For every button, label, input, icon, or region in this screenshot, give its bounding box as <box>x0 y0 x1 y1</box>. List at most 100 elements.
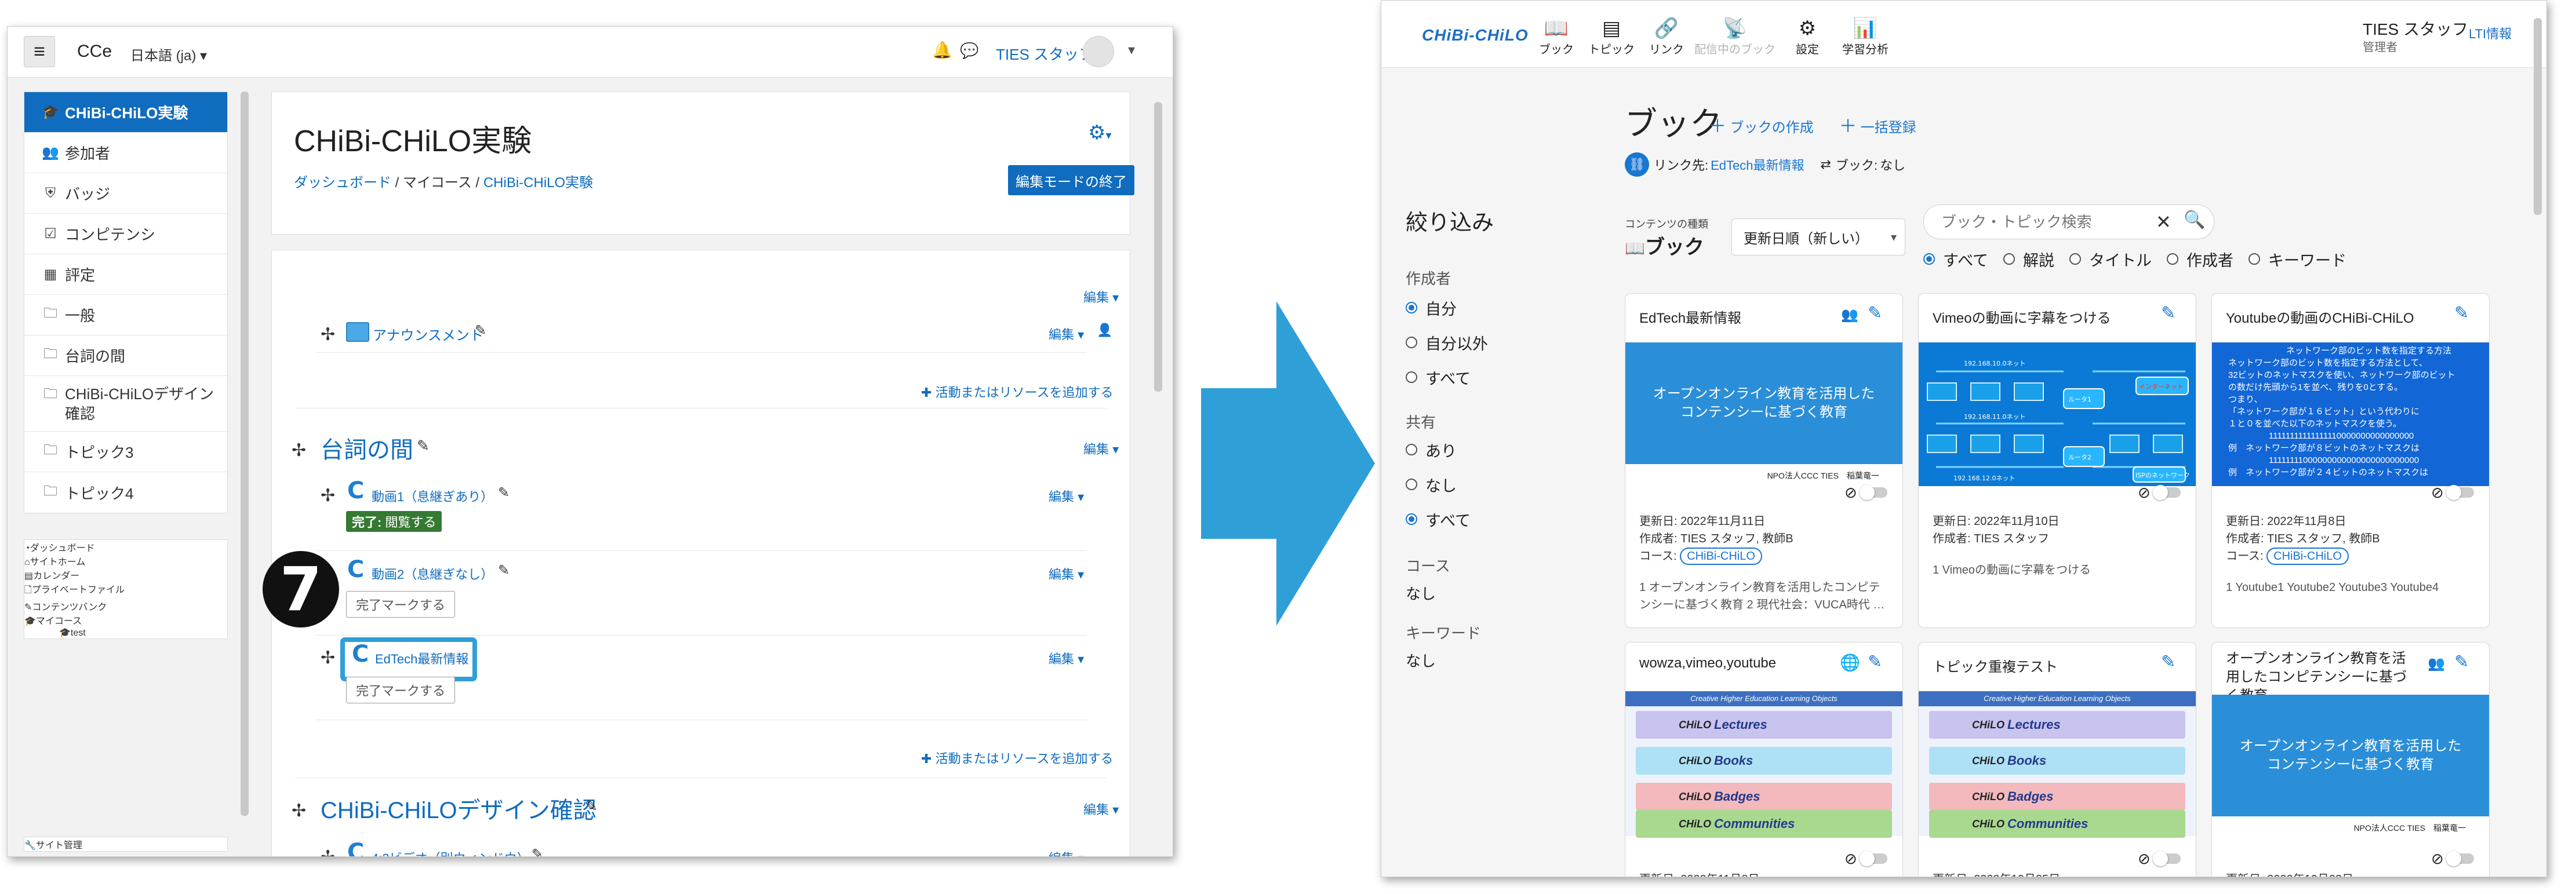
nav-badges[interactable]: ⛨ バッジ <box>24 173 227 214</box>
activity-video1[interactable]: 動画1（息継ぎあり） <box>372 487 493 505</box>
nav-calendar[interactable]: ▤カレンダー <box>24 568 227 582</box>
move-icon[interactable]: ✢ <box>292 440 306 461</box>
section-title[interactable]: 台詞の間 <box>321 431 413 465</box>
nav-section-dialogue[interactable]: 🗀 台詞の間 <box>24 335 227 376</box>
nav-my-courses[interactable]: 🎓マイコース <box>24 613 227 627</box>
nav-grades[interactable]: ▦ 評定 <box>24 254 227 295</box>
user-menu-caret-icon[interactable]: ▾ <box>1128 42 1135 59</box>
nav-topics[interactable]: ▤ トピック <box>1585 17 1638 57</box>
nav-section-general[interactable]: 🗀 一般 <box>24 295 227 335</box>
breadcrumb-course[interactable]: CHiBi-CHiLO実験 <box>483 175 593 191</box>
share-toggle[interactable] <box>2446 485 2474 500</box>
nav-competencies[interactable]: ☑ コンピテンシ <box>24 214 227 254</box>
nav-participants[interactable]: 👥 参加者 <box>24 133 227 173</box>
edit-pencil-icon[interactable]: ✎ <box>2161 652 2175 672</box>
bell-icon[interactable]: 🔔 <box>932 41 952 60</box>
nav-dashboard[interactable]: ◔ダッシュボード <box>24 540 227 554</box>
book-card[interactable]: EdTech最新情報 👥 ✎ オープンオンライン教育を活用した コンテンシーに基… <box>1625 293 1903 628</box>
edit-pencil-icon[interactable]: ✎ <box>2161 303 2175 323</box>
activity-edit-menu[interactable]: 編集 ▾ <box>1049 487 1084 505</box>
share-toggle[interactable] <box>1860 485 1887 500</box>
activity-edit-menu[interactable]: 編集 ▾ <box>1049 649 1084 667</box>
edit-pencil-icon[interactable]: ✎ <box>2454 303 2469 323</box>
author-option-all[interactable]: すべて <box>1406 360 1488 395</box>
nav-course-home[interactable]: 🎓 CHiBi-CHiLO実験 <box>24 92 227 133</box>
edit-pencil-icon[interactable]: ✎ <box>1868 652 1882 672</box>
activity-announcement[interactable]: アナウンスメント <box>373 324 483 344</box>
section-edit-menu[interactable]: 編集 ▾ <box>1083 800 1119 818</box>
section-edit-menu[interactable]: 編集 ▾ <box>1083 287 1119 306</box>
language-menu[interactable]: 日本語 (ja) ▾ <box>130 44 207 64</box>
page-scrollbar[interactable] <box>2534 18 2542 215</box>
share-toggle[interactable] <box>2446 851 2474 866</box>
scope-description[interactable]: 解説 <box>2003 242 2054 276</box>
section-title[interactable]: CHiBi-CHiLOデザイン確認 <box>321 791 596 825</box>
nav-analytics[interactable]: 📊 学習分析 <box>1839 17 1891 57</box>
page-scrollbar[interactable] <box>1154 102 1162 392</box>
move-icon[interactable]: ✢ <box>321 486 335 506</box>
scope-title[interactable]: タイトル <box>2069 242 2152 276</box>
scope-all[interactable]: すべて <box>1923 242 1988 276</box>
user-icon[interactable]: 👤 <box>1097 323 1112 338</box>
nav-site-admin[interactable]: 🔧サイト管理 <box>24 837 227 851</box>
section-edit-menu[interactable]: 編集 ▾ <box>1083 439 1119 458</box>
create-book-button[interactable]: ＋ ブックの作成 <box>1709 112 1814 137</box>
nav-section-topic3[interactable]: 🗀 トピック3 <box>24 432 227 472</box>
bulk-register-button[interactable]: ＋ 一括登録 <box>1839 112 1916 137</box>
site-name[interactable]: CCe <box>77 42 112 61</box>
mark-complete-button[interactable]: 完了マークする <box>346 677 456 703</box>
course-settings-button[interactable]: ⚙▾ <box>1088 121 1112 144</box>
move-icon[interactable]: ✢ <box>321 324 335 345</box>
course-chip[interactable]: CHiBi-CHiLO <box>2266 548 2349 565</box>
book-card[interactable]: オープンオンライン教育を活用したコンピテンシーに基づく教育 👥 ✎ オープンオン… <box>2211 642 2490 877</box>
lti-info-link[interactable]: LTI情報 <box>2469 24 2512 42</box>
nav-section-topic4[interactable]: 🗀 トピック4 <box>24 472 227 513</box>
activity-video2[interactable]: 動画2（息継ぎなし） <box>372 564 493 583</box>
drawer-toggle-button[interactable]: ≡ <box>24 36 55 67</box>
message-icon[interactable]: 💬 <box>960 42 978 60</box>
pencil-icon[interactable]: ✎ <box>498 562 510 579</box>
pencil-icon[interactable]: ✎ <box>585 797 598 815</box>
move-icon[interactable]: ✢ <box>292 801 306 821</box>
keyword-filter-value[interactable]: なし <box>1406 649 1436 671</box>
nav-books[interactable]: 📖 ブック <box>1533 17 1580 57</box>
search-icon[interactable]: 🔍 <box>2184 210 2205 230</box>
edit-pencil-icon[interactable]: ✎ <box>2454 652 2469 672</box>
book-card[interactable]: Youtubeの動画のCHiBi-CHiLO ✎ ネットワーク部のビット数を指定… <box>2211 293 2490 628</box>
clear-icon[interactable]: ✕ <box>2156 211 2171 233</box>
avatar[interactable] <box>1083 36 1114 67</box>
share-option-no[interactable]: なし <box>1406 467 1471 502</box>
pencil-icon[interactable]: ✎ <box>475 322 486 339</box>
pencil-icon[interactable]: ✎ <box>417 437 430 455</box>
book-card[interactable]: wowza,vimeo,youtube 🌐 ✎ Creative Higher … <box>1625 642 1903 877</box>
chibi-logo[interactable]: CHiBi-CHiLO <box>1422 26 1529 45</box>
breadcrumb-my-courses[interactable]: マイコース <box>403 175 472 191</box>
book-card[interactable]: Vimeoの動画に字幕をつける ✎ ルータ1 ルータ2 192.168.10.0… <box>1918 293 2196 628</box>
course-filter-value[interactable]: なし <box>1406 582 1436 604</box>
scope-keyword[interactable]: キーワード <box>2248 242 2346 276</box>
mark-complete-button[interactable]: 完了マークする <box>346 591 456 618</box>
nav-site-home[interactable]: ⌂サイトホーム <box>24 554 227 568</box>
share-toggle[interactable] <box>1860 851 1887 866</box>
user-name[interactable]: TIES スタッフ <box>2363 17 2468 40</box>
share-option-yes[interactable]: あり <box>1406 432 1471 467</box>
content-type-value[interactable]: 📖ブック <box>1625 231 1704 260</box>
link-target[interactable]: EdTech最新情報 <box>1711 155 1804 174</box>
exit-edit-mode-button[interactable]: 編集モードの終了 <box>1008 165 1134 195</box>
search-input[interactable] <box>1940 211 2151 233</box>
nav-course-test[interactable]: 🎓test <box>24 627 227 638</box>
share-option-all[interactable]: すべて <box>1406 502 1471 537</box>
activity-43video[interactable]: 4:3ビデオ（別ウィンドウ） <box>372 848 530 856</box>
scope-author[interactable]: 作成者 <box>2167 242 2233 276</box>
edit-pencil-icon[interactable]: ✎ <box>1868 303 1882 323</box>
sort-select[interactable]: 更新日順（新しい） ▾ <box>1731 218 1905 256</box>
nav-links[interactable]: 🔗 リンク <box>1643 17 1690 57</box>
nav-content-bank[interactable]: ✎コンテンツバンク <box>24 599 227 613</box>
course-chip[interactable]: CHiBi-CHiLO <box>1680 548 1762 565</box>
nav-private-files[interactable]: 🗋プライベートファイル <box>24 582 227 599</box>
share-toggle[interactable] <box>2153 485 2181 500</box>
activity-edit-menu[interactable]: 編集 ▾ <box>1049 848 1084 856</box>
author-option-self[interactable]: 自分 <box>1406 290 1488 325</box>
activity-edit-menu[interactable]: 編集 ▾ <box>1049 564 1084 583</box>
add-activity-link[interactable]: ✚ 活動またはリソースを追加する <box>921 382 1113 401</box>
